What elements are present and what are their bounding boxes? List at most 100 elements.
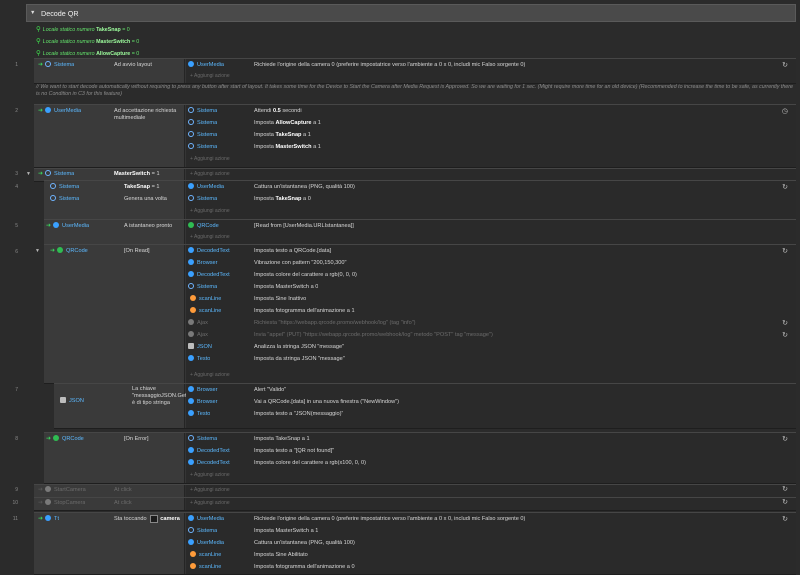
local-var-allowcapture[interactable]: ⚲ Locale statico numero AllowCapture = 0 <box>36 49 139 57</box>
row-number: 1 <box>15 62 18 68</box>
event-actions[interactable]: + Aggiungi azione ↻ <box>186 485 796 497</box>
event-comment[interactable]: // We want to start decode automatically… <box>36 84 794 99</box>
action-text[interactable]: Imposta MasterSwitch a 1 <box>254 142 321 153</box>
action-text[interactable]: Analizza la stringa JSON "message" <box>254 342 344 353</box>
event-arrow-icon: ➜ <box>38 516 44 522</box>
add-action-link[interactable]: + Aggiungi azione <box>190 485 230 496</box>
system-gear-icon <box>188 106 194 113</box>
action-text[interactable]: Imposta TakeSnap a 1 <box>254 434 310 445</box>
timer-icon: ◷ <box>781 108 788 115</box>
local-var-masterswitch[interactable]: ⚲ Locale statico numero MasterSwitch = 0 <box>36 37 139 45</box>
event-conditions[interactable]: ➜ UserMedia A istantaneo pronto <box>44 220 185 244</box>
event-row-10[interactable]: ➜ StopCamera At click + Aggiungi azione ↻ <box>34 497 796 511</box>
action-text[interactable]: Attendi 0.5 secondi <box>254 106 302 117</box>
event-row-5[interactable]: ➜ UserMedia A istantaneo pronto QRCode [R… <box>44 219 796 245</box>
system-gear-icon <box>188 282 194 289</box>
local-var-takesnap[interactable]: ⚲ Locale statico numero TakeSnap = 0 <box>36 25 130 33</box>
row-number: 2 <box>15 108 18 114</box>
event-row-8[interactable]: ➜ QRCode [On Error] Sistema Imposta TakeS… <box>44 432 796 484</box>
action-text[interactable]: Imposta TakeSnap a 0 <box>254 194 311 205</box>
trigger-icon: ↻ <box>782 516 788 523</box>
action-text[interactable]: Cattura un'istantanea (PNG, qualità 100) <box>254 182 355 193</box>
event-actions[interactable]: UserMedia Richiede l'origine della camer… <box>186 513 796 574</box>
action-text[interactable]: Imposta Sine Abilitato <box>254 550 308 561</box>
action-text[interactable]: [Read from [UserMedia.URLIstantanea]] <box>254 221 354 232</box>
action-text[interactable]: Vai a QRCode.[data] in una nuova finestr… <box>254 397 399 408</box>
event-conditions[interactable]: ➜ QRCode [On Error] <box>44 433 185 483</box>
action-text[interactable]: Imposta TakeSnap a 1 <box>254 130 311 141</box>
system-gear-icon <box>188 142 194 149</box>
add-action-link[interactable]: + Aggiungi azione <box>190 370 230 381</box>
action-text[interactable]: Imposta MasterSwitch a 1 <box>254 526 318 537</box>
trigger-icon: ↻ <box>782 436 788 443</box>
add-action-link[interactable]: + Aggiungi azione <box>190 498 230 509</box>
action-text[interactable]: Vibrazione con pattern "200,150,300" <box>254 258 347 269</box>
action-text-disabled[interactable]: Richiesta "https://webapp.qrcode.promo/w… <box>254 318 774 329</box>
ajax-icon <box>188 330 194 337</box>
add-action-link[interactable]: + Aggiungi azione <box>190 206 230 217</box>
event-actions[interactable]: + Aggiungi azione ↻ <box>186 498 796 510</box>
event-conditions[interactable]: ➜ UserMedia Ad accettazione richiesta mul… <box>34 105 185 167</box>
event-actions[interactable]: QRCode [Read from [UserMedia.URLIstantan… <box>186 220 796 244</box>
event-actions[interactable]: DecodedText Imposta testo a QRCode.[data… <box>186 245 796 383</box>
event-row-9[interactable]: ➜ StartCamera At click + Aggiungi azione … <box>34 484 796 498</box>
event-conditions[interactable]: ➜ Tt Sta toccando camera <box>34 513 185 574</box>
add-action-link[interactable]: + Aggiungi azione <box>190 470 230 481</box>
event-group-header[interactable]: ▼ Decode QR <box>26 4 796 22</box>
event-actions[interactable]: Sistema Attendi 0.5 secondi Sistema Impo… <box>186 105 796 167</box>
json-icon <box>60 396 66 403</box>
trigger-icon: ↻ <box>782 486 788 493</box>
action-text[interactable]: Imposta testo a QRCode.[data] <box>254 246 331 257</box>
event-row-4[interactable]: Sistema TakeSnap = 1 Sistema Genera una … <box>44 180 796 220</box>
add-action-link[interactable]: + Aggiungi azione <box>190 154 230 165</box>
expand-triangle-icon[interactable]: ▼ <box>35 248 40 254</box>
action-text[interactable]: Imposta testo a "[QR not found]" <box>254 446 334 457</box>
row-number: 7 <box>15 387 18 393</box>
system-gear-icon <box>50 194 56 201</box>
event-row-7[interactable]: JSON La chiave "messaggioJSON.Get(Percor… <box>54 383 796 429</box>
event-actions[interactable]: UserMedia Richiede l'origine della camer… <box>186 59 796 83</box>
event-row-2[interactable]: ➜ UserMedia Ad accettazione richiesta mul… <box>34 104 796 168</box>
usermedia-icon <box>188 538 194 545</box>
usermedia-icon <box>188 60 194 67</box>
action-text[interactable]: Imposta da stringa JSON "message" <box>254 354 345 365</box>
action-text[interactable]: Alert "Valido" <box>254 385 286 396</box>
add-action-link[interactable]: + Aggiungi azione <box>190 169 230 180</box>
event-actions[interactable]: UserMedia Cattura un'istantanea (PNG, qu… <box>186 181 796 219</box>
action-text[interactable]: Imposta MasterSwitch a 0 <box>254 282 318 293</box>
event-conditions[interactable]: ➜ StartCamera At click <box>34 485 185 497</box>
action-text[interactable]: Richiede l'origine della camera 0 (prefe… <box>254 514 774 525</box>
add-action-link[interactable]: + Aggiungi azione <box>190 232 230 243</box>
action-text[interactable]: Cattura un'istantanea (PNG, qualità 100) <box>254 538 355 549</box>
action-text[interactable]: Imposta AllowCapture a 1 <box>254 118 321 129</box>
action-text[interactable]: Imposta colore del carattere a rgb(x100,… <box>254 458 366 469</box>
system-gear-icon <box>188 194 194 201</box>
event-conditions[interactable]: JSON La chiave "messaggioJSON.Get(Percor… <box>54 384 215 428</box>
add-action-link[interactable]: + Aggiungi azione <box>190 71 230 82</box>
event-arrow-icon: ➜ <box>38 62 44 68</box>
qrcode-icon <box>53 434 60 441</box>
event-conditions[interactable]: ➜ Sistema Ad avvio layout <box>34 59 185 83</box>
group-title: Decode QR <box>41 9 79 18</box>
event-row-1[interactable]: ➜ Sistema Ad avvio layout UserMedia Richi… <box>34 58 796 84</box>
event-arrow-icon: ➜ <box>50 248 56 254</box>
collapse-triangle-icon[interactable]: ▼ <box>30 10 35 16</box>
expand-triangle-icon[interactable]: ▼ <box>26 171 31 177</box>
action-text[interactable]: Imposta fotogramma dell'animazione a 1 <box>254 306 355 317</box>
event-conditions[interactable]: ➜ QRCode [On Read] <box>44 245 185 383</box>
action-text[interactable]: Imposta colore del carattere a rgb(0, 0,… <box>254 270 357 281</box>
event-row-11[interactable]: ➜ Tt Sta toccando camera UserMedia Richie… <box>34 512 796 575</box>
action-text[interactable]: Imposta fotogramma dell'animazione a 0 <box>254 562 355 573</box>
text-icon <box>188 246 194 253</box>
event-conditions[interactable]: Sistema TakeSnap = 1 Sistema Genera una … <box>44 181 185 219</box>
event-actions[interactable]: Sistema Imposta TakeSnap a 1 DecodedText… <box>186 433 796 483</box>
event-conditions[interactable]: ➜ StopCamera At click <box>34 498 185 510</box>
action-text[interactable]: Richiede l'origine della camera 0 (prefe… <box>254 60 774 71</box>
action-text[interactable]: Imposta Sine Inattivo <box>254 294 306 305</box>
action-text[interactable]: Imposta testo a "JSON(messaggio)" <box>254 409 343 420</box>
usermedia-icon <box>188 514 194 521</box>
event-actions[interactable]: Browser Alert "Valido" Browser Vai a QRC… <box>186 384 796 428</box>
action-text-disabled[interactable]: Invia "appel" (PUT) "https://webapp.qrco… <box>254 330 774 341</box>
trigger-icon: ↻ <box>782 184 788 191</box>
event-row-6[interactable]: ➜ QRCode [On Read] DecodedText Imposta te… <box>44 244 796 384</box>
